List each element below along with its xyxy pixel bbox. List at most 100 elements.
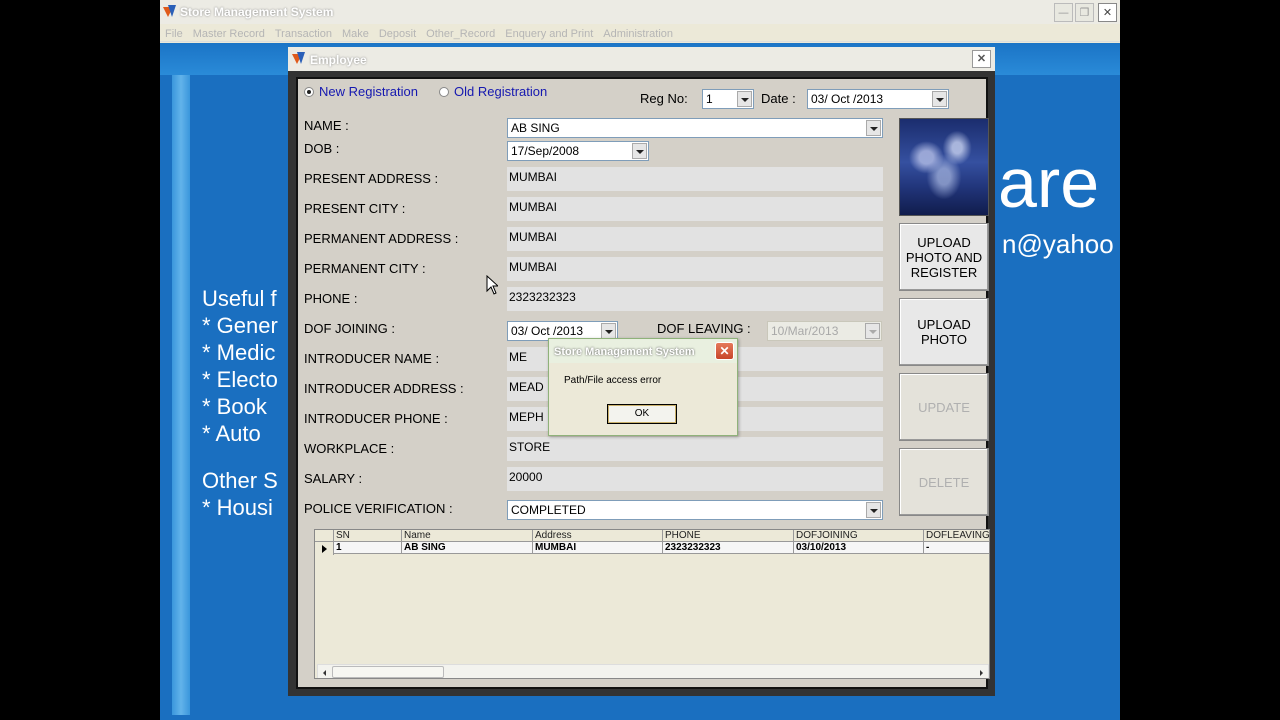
date-picker[interactable]: 03/ Oct /2013 — [807, 89, 949, 109]
maximize-icon[interactable]: ❐ — [1075, 3, 1094, 22]
chevron-down-icon[interactable] — [866, 120, 881, 136]
present-city-field[interactable]: MUMBAI — [507, 197, 883, 221]
police-verification-value: COMPLETED — [511, 503, 586, 517]
present-address-label: PRESENT ADDRESS : — [304, 171, 439, 186]
workplace-field[interactable]: STORE — [507, 437, 883, 461]
menu-enquery-print[interactable]: Enquery and Print — [500, 25, 598, 43]
grid-header-cell[interactable]: DOFJOINING — [794, 530, 924, 542]
grid-cell[interactable]: 2323232323 — [663, 542, 794, 554]
present-address-field[interactable]: MUMBAI — [507, 167, 883, 191]
grid-header-cell[interactable]: Name — [402, 530, 533, 542]
menu-master-record[interactable]: Master Record — [188, 25, 270, 43]
delete-button[interactable]: DELETE — [899, 448, 989, 516]
background-logo-text: are — [998, 144, 1100, 222]
permanent-address-label: PERMANENT ADDRESS : — [304, 231, 459, 246]
grid-header-cell[interactable]: Address — [533, 530, 663, 542]
permanent-city-field[interactable]: MUMBAI — [507, 257, 883, 281]
menubar: File Master Record Transaction Make Deposit O… — [160, 24, 1120, 42]
grid-header-cell[interactable]: DOFLEAVING — [924, 530, 989, 542]
background-line: * Electo — [202, 367, 278, 392]
background-line: Other S — [202, 468, 278, 493]
dialog-titlebar: Store Management System ✕ — [549, 339, 737, 363]
desktop-screen: Store Management System — ❐ ✕ File Master… — [160, 0, 1120, 720]
menu-other-record[interactable]: Other_Record — [421, 25, 500, 43]
dob-picker[interactable]: 17/Sep/2008 — [507, 141, 649, 161]
chevron-down-icon[interactable] — [632, 143, 647, 159]
name-value: AB SING — [511, 121, 560, 135]
grid-cell[interactable]: MUMBAI — [533, 542, 663, 554]
permanent-address-field[interactable]: MUMBAI — [507, 227, 883, 251]
chevron-down-icon[interactable] — [932, 91, 947, 107]
dialog-title: Store Management System — [554, 346, 695, 358]
chevron-down-icon[interactable] — [865, 323, 880, 339]
mouse-cursor-icon — [486, 275, 498, 295]
introducer-phone-label: INTRODUCER PHONE : — [304, 411, 448, 426]
chevron-down-icon[interactable] — [866, 502, 881, 518]
name-label: NAME : — [304, 118, 349, 133]
scroll-right-icon[interactable] — [975, 666, 987, 678]
upload-register-button[interactable]: UPLOAD PHOTO AND REGISTER — [899, 223, 989, 291]
ok-button[interactable]: OK — [607, 404, 677, 424]
radio-new-registration[interactable]: New Registration — [304, 84, 418, 99]
name-combo[interactable]: AB SING — [507, 118, 883, 138]
phone-field[interactable]: 2323232323 — [507, 287, 883, 311]
dof-leaving-label: DOF LEAVING : — [657, 321, 751, 336]
dob-label: DOB : — [304, 141, 340, 156]
introducer-name-label: INTRODUCER NAME : — [304, 351, 440, 366]
background-line: * Auto — [202, 421, 261, 446]
error-dialog: Store Management System ✕ Path/File acce… — [548, 338, 738, 436]
introducer-address-label: INTRODUCER ADDRESS : — [304, 381, 464, 396]
main-window-title: Store Management System — [180, 5, 334, 19]
background-line: * Book — [202, 394, 267, 419]
police-verification-label: POLICE VERIFICATION : — [304, 501, 453, 516]
horizontal-scrollbar[interactable] — [317, 664, 989, 678]
background-line: Useful f — [202, 286, 277, 311]
close-icon[interactable]: ✕ — [715, 342, 734, 360]
background-line: * Gener — [202, 313, 278, 338]
grid-header-cell[interactable]: SN — [334, 530, 402, 542]
date-value: 03/ Oct /2013 — [811, 92, 884, 106]
app-logo-icon — [292, 52, 306, 66]
employee-photo — [899, 118, 989, 216]
grid-cell[interactable]: 03/10/2013 — [794, 542, 924, 554]
police-verification-combo[interactable]: COMPLETED — [507, 500, 883, 520]
employee-grid[interactable]: SN Name Address PHONE DOFJOINING DOFLEAV… — [314, 529, 990, 679]
date-label: Date : — [761, 91, 796, 106]
close-icon[interactable]: ✕ — [1098, 3, 1117, 22]
minimize-icon[interactable]: — — [1054, 3, 1073, 22]
dof-joining-label: DOF JOINING : — [304, 321, 395, 336]
menu-deposit[interactable]: Deposit — [374, 25, 421, 43]
background-line: * Housi — [202, 495, 273, 520]
chevron-down-icon[interactable] — [737, 91, 752, 107]
dof-leaving-picker[interactable]: 10/Mar/2013 — [767, 321, 882, 341]
salary-field[interactable]: 20000 — [507, 467, 883, 491]
grid-cell[interactable]: 1 — [334, 542, 402, 554]
dof-joining-value: 03/ Oct /2013 — [511, 324, 584, 338]
menu-file[interactable]: File — [160, 25, 188, 43]
menu-make[interactable]: Make — [337, 25, 374, 43]
close-icon[interactable]: ✕ — [972, 50, 991, 68]
upload-photo-button[interactable]: UPLOAD PHOTO — [899, 298, 989, 366]
chevron-down-icon[interactable] — [601, 323, 616, 339]
radio-new-label: New Registration — [319, 84, 418, 99]
dialog-message: Path/File access error — [564, 375, 662, 386]
update-button[interactable]: UPDATE — [899, 373, 989, 441]
grid-cell[interactable]: - — [924, 542, 989, 554]
radio-old-registration[interactable]: Old Registration — [439, 84, 547, 99]
menu-administration[interactable]: Administration — [598, 25, 678, 43]
scroll-left-icon[interactable] — [319, 666, 331, 678]
table-row[interactable]: 1 AB SING MUMBAI 2323232323 03/10/2013 - — [315, 542, 989, 554]
reg-no-value: 1 — [706, 92, 713, 106]
reg-no-combo[interactable]: 1 — [702, 89, 754, 109]
background-email-text: n@yahoo — [1002, 229, 1114, 259]
scrollbar-thumb[interactable] — [332, 666, 444, 678]
background-strip — [172, 75, 190, 715]
dob-value: 17/Sep/2008 — [511, 144, 580, 158]
menu-transaction[interactable]: Transaction — [270, 25, 337, 43]
employee-window-title: Employee — [310, 53, 367, 67]
grid-header-cell[interactable]: PHONE — [663, 530, 794, 542]
background-line: * Medic — [202, 340, 276, 365]
workplace-label: WORKPLACE : — [304, 441, 395, 456]
app-logo-icon — [163, 5, 177, 19]
grid-cell[interactable]: AB SING — [402, 542, 533, 554]
